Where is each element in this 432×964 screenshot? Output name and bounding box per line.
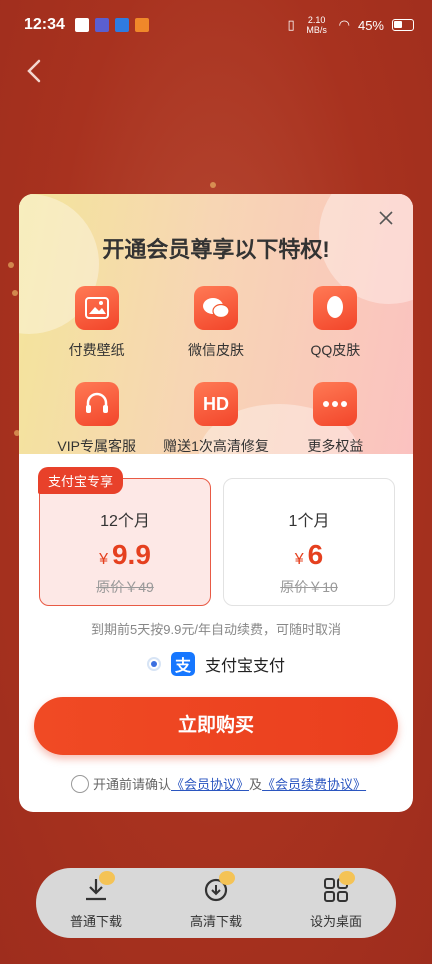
payment-label: 支付宝支付 [205,658,286,675]
privilege-item: 微信皮肤 [156,286,275,360]
privilege-label: 微信皮肤 [187,342,244,358]
download-icon [83,870,115,903]
privilege-label: 更多权益 [307,438,364,454]
agreement-joiner: 及 [249,777,263,792]
payment-radio[interactable] [147,657,161,671]
status-bar: 12:34 ▯ 2.10 MB/s ◠ 45% [0,0,432,50]
plan-original-price: 原价￥10 [280,579,338,595]
chevron-left-icon [27,59,41,83]
play-icon [114,18,129,32]
qq-icon [313,286,358,330]
headset-icon [74,382,119,426]
tool-label: 高清下载 [189,913,242,929]
tool-label: 设为桌面 [309,913,362,929]
net-speed: 2.10 MB/s [306,15,327,35]
plan-1-month[interactable]: 1个月 ¥6 原价￥10 [223,478,395,606]
plan-badge: 支付宝专享 [38,467,124,494]
hd-download-icon [203,870,235,903]
currency-symbol: ¥ [294,551,304,568]
privilege-label: 付费壁纸 [68,342,125,358]
renewal-agreement-link[interactable]: 《会员续费协议》 [262,774,366,793]
privilege-item: 付费壁纸 [37,286,156,360]
agreement-prefix: 开通前请确认 [93,777,172,792]
agreement-checkbox[interactable] [71,774,89,793]
member-agreement-link[interactable]: 《会员协议》 [171,774,249,793]
decor-dot [12,290,18,296]
status-right: ▯ 2.10 MB/s ◠ 45% [287,15,414,35]
bottom-toolbar: 普通下载 高清下载 设为桌面 [36,868,396,938]
close-button[interactable] [375,208,397,230]
crown-icon [219,870,235,885]
hd-download-button[interactable]: 高清下载 [171,870,261,930]
plan-12-month[interactable]: 支付宝专享 12个月 ¥9.9 原价￥49 [38,467,211,606]
plan-name: 12个月 [100,513,150,530]
status-time: 12:34 [24,16,65,33]
plan-price: ¥9.9 [40,539,210,571]
plan-original-price: 原价￥49 [96,579,154,595]
currency-symbol: ¥ [99,551,108,568]
vibrate-icon: ▯ [287,17,295,32]
decor-dot [8,262,14,268]
tool-label: 普通下载 [69,913,122,929]
close-icon [379,211,393,225]
agreement-row: 开通前请确认 《会员协议》 及 《会员续费协议》 [71,774,366,793]
battery-percent: 45% [357,17,384,33]
payment-method[interactable]: 支 支付宝支付 [147,652,285,676]
auto-renew-note: 到期前5天按9.9元/年自动续费，可随时取消 [91,622,341,637]
privilege-item: VIP专属客服 [37,382,156,456]
privilege-item: QQ皮肤 [276,286,395,360]
back-button[interactable] [26,58,50,86]
privilege-label: 赠送1次高清修复 [163,438,269,454]
privilege-item: 更多权益 [276,382,395,456]
notification-icons [74,18,149,32]
alipay-icon: 支 [171,652,195,676]
price-value: 6 [307,539,324,570]
normal-download-button[interactable]: 普通下载 [51,870,141,930]
app-notification-icon [134,18,149,32]
mail-icon [74,18,89,32]
more-icon [313,382,358,426]
hd-icon: HD [193,382,238,426]
membership-dialog: 开通会员尊享以下特权! 付费壁纸 微信皮肤 QQ皮肤 VIP专属客服 HD 赠送… [19,194,413,812]
battery-icon [392,19,414,31]
app-notification-icon [94,18,109,32]
set-desktop-icon [323,870,355,903]
crown-icon [339,870,355,885]
buy-now-button[interactable]: 立即购买 [34,697,398,755]
dialog-title: 开通会员尊享以下特权! [102,237,330,262]
decor-dot [210,182,216,188]
wifi-icon: ◠ [338,17,350,32]
crown-icon [99,870,115,885]
privilege-grid: 付费壁纸 微信皮肤 QQ皮肤 VIP专属客服 HD 赠送1次高清修复 更多权益 [37,286,395,456]
wechat-icon [193,286,238,330]
plan-options: 支付宝专享 12个月 ¥9.9 原价￥49 1个月 ¥6 原价￥10 [38,467,395,606]
privilege-label: QQ皮肤 [310,342,361,358]
set-desktop-button[interactable]: 设为桌面 [291,870,381,930]
privilege-item: HD 赠送1次高清修复 [156,382,275,456]
plan-price: ¥6 [224,539,394,571]
privilege-label: VIP专属客服 [57,438,136,454]
price-value: 9.9 [111,539,151,570]
plan-name: 1个月 [288,513,330,530]
image-icon [74,286,119,330]
